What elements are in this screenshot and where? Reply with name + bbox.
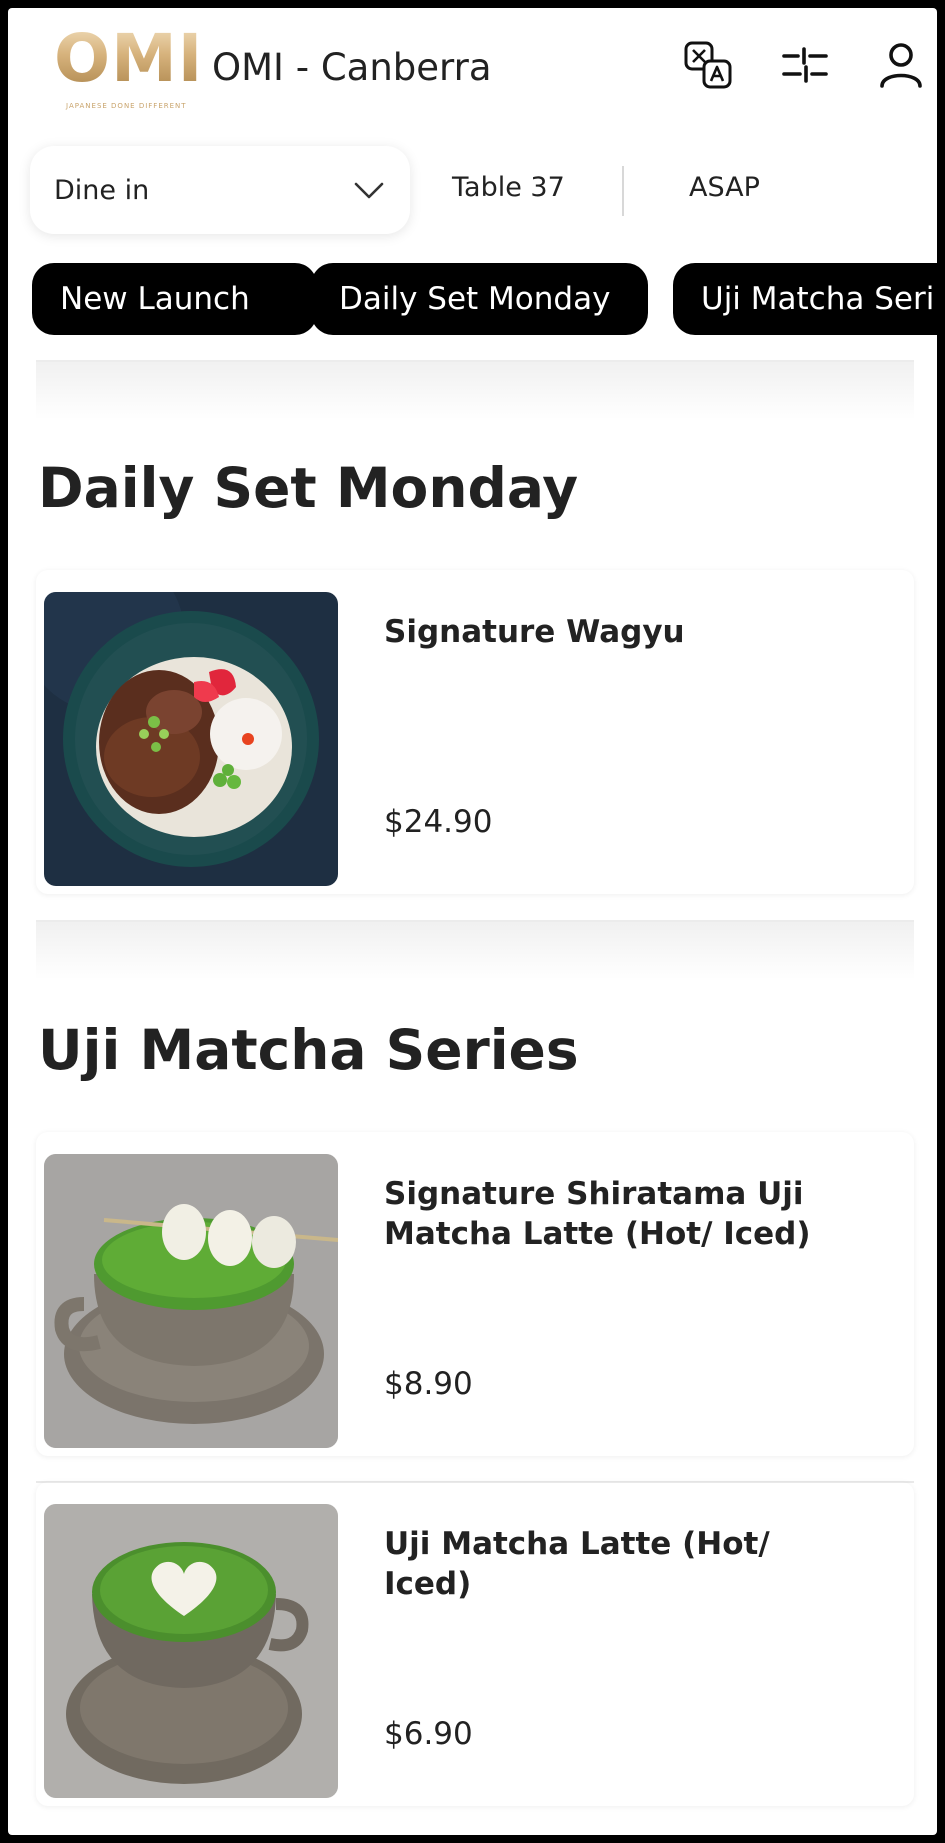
app-frame: OMI JAPANESE DONE DIFFERENT OMI - Canber… (8, 8, 937, 1835)
item-price: $6.90 (384, 1716, 473, 1752)
header: OMI JAPANESE DONE DIFFERENT OMI - Canber… (8, 8, 937, 126)
section-separator (36, 360, 914, 420)
menu-item-card[interactable]: Uji Matcha Latte (Hot/ Iced) $6.90 (36, 1474, 914, 1814)
item-price: $8.90 (384, 1366, 473, 1402)
menu-item-card[interactable]: Signature Wagyu $24.90 (36, 562, 914, 902)
category-chip-daily-set-monday[interactable]: Daily Set Monday (311, 263, 648, 335)
order-divider (622, 166, 624, 216)
category-chip-new-launch[interactable]: New Launch (32, 263, 317, 335)
brand-logo[interactable]: OMI JAPANESE DONE DIFFERENT (54, 20, 216, 112)
pickup-time[interactable]: ASAP (689, 172, 760, 203)
category-tabs: New Launch Daily Set Monday Uji Matcha S… (8, 258, 937, 338)
matcha-latte-image (44, 1504, 338, 1798)
translate-icon[interactable] (681, 38, 735, 92)
chevron-down-icon (354, 182, 384, 199)
category-chip-uji-matcha-series[interactable]: Uji Matcha Seri (673, 263, 937, 335)
item-name: Signature Shiratama Uji Matcha Latte (Ho… (384, 1176, 811, 1252)
menu-item-card[interactable]: Signature Shiratama Uji Matcha Latte (Ho… (36, 1124, 914, 1464)
table-number[interactable]: Table 37 (452, 172, 565, 203)
order-type-dropdown[interactable]: Dine in (30, 146, 410, 234)
filter-sliders-icon[interactable] (778, 38, 832, 92)
wagyu-bowl-image (44, 592, 338, 886)
section-separator (36, 920, 914, 980)
item-name: Signature Wagyu (384, 614, 685, 650)
logo-tagline: JAPANESE DONE DIFFERENT (66, 102, 187, 110)
item-price: $24.90 (384, 804, 493, 840)
store-name: OMI - Canberra (212, 46, 492, 89)
shiratama-matcha-latte-image (44, 1154, 338, 1448)
order-type-value: Dine in (54, 174, 150, 206)
section-title: Uji Matcha Series (38, 1018, 579, 1082)
logo-wordmark: OMI (54, 20, 204, 97)
user-account-icon[interactable] (874, 38, 928, 92)
section-title: Daily Set Monday (38, 456, 579, 520)
item-name: Uji Matcha Latte (Hot/ Iced) (384, 1526, 770, 1602)
order-options-bar: Dine in Table 37 ASAP (8, 142, 937, 242)
